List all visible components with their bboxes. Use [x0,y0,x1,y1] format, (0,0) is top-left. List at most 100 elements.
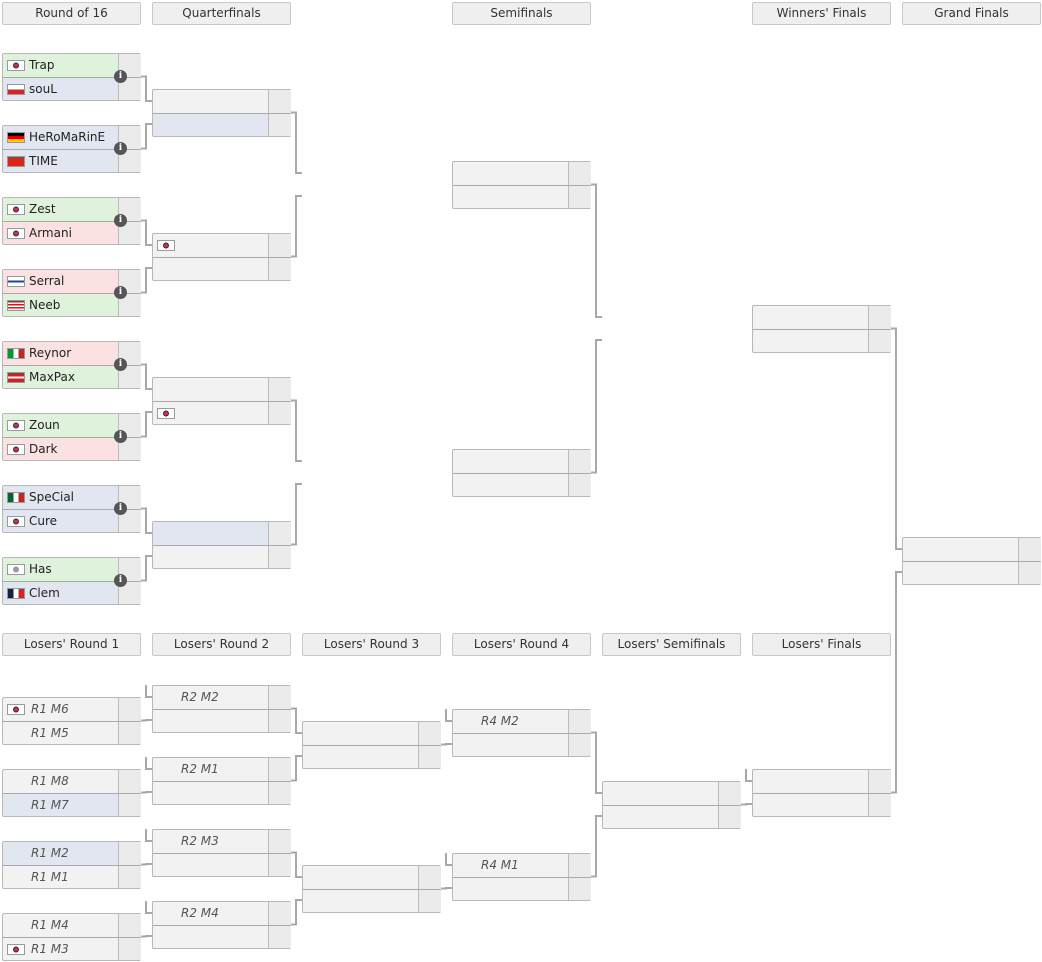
match-slot[interactable] [303,866,441,889]
info-icon[interactable]: i [114,574,127,587]
match[interactable]: Zoun Dark i [2,413,141,461]
match-slot[interactable] [303,722,441,745]
flag-kr-icon [7,944,25,955]
player-name-cell: Neeb [3,294,118,316]
score-cell [118,698,141,721]
score-cell [418,866,441,889]
flag-dk-icon [7,372,25,383]
match[interactable]: R1 M8 R1 M7 [2,769,141,817]
match-slot[interactable]: R1 M8 [3,770,141,793]
match-slot[interactable] [903,561,1041,584]
score-cell [118,770,141,793]
info-icon[interactable]: i [114,286,127,299]
match[interactable]: R2 M1 [152,757,291,805]
match-slot[interactable] [453,473,591,496]
match-slot[interactable]: R1 M7 [3,793,141,816]
match[interactable]: R2 M4 [152,901,291,949]
round-header: Losers' Round 2 [152,633,291,656]
match-slot[interactable] [603,805,741,828]
match[interactable] [152,233,291,281]
player-name: R1 M1 [31,870,69,884]
match-slot[interactable] [453,733,591,756]
player-name-cell: Clem [3,582,118,604]
match[interactable]: R1 M2 R1 M1 [2,841,141,889]
match[interactable]: Zest Armani i [2,197,141,245]
match-slot[interactable]: R4 M2 [453,710,591,733]
match-slot[interactable]: R2 M4 [153,902,291,925]
match-slot[interactable] [903,538,1041,561]
match-slot[interactable] [603,782,741,805]
match-slot[interactable] [453,162,591,185]
match[interactable]: R1 M6 R1 M5 [2,697,141,745]
match-slot[interactable] [153,113,291,136]
match-slot[interactable] [153,234,291,257]
match[interactable]: R4 M1 [452,853,591,901]
match[interactable] [452,449,591,497]
match-slot[interactable] [153,90,291,113]
match[interactable]: HeRoMaRinE TIME i [2,125,141,173]
match-slot[interactable] [153,257,291,280]
match-slot[interactable]: R1 M5 [3,721,141,744]
match-slot[interactable]: R1 M1 [3,865,141,888]
match-slot[interactable] [153,925,291,948]
score-cell [868,330,891,352]
match[interactable]: R4 M2 [452,709,591,757]
flag-de-icon [7,132,25,143]
match[interactable] [752,305,891,353]
info-icon[interactable]: i [114,214,127,227]
match[interactable] [602,781,741,829]
match-slot[interactable] [753,306,891,329]
player-name: Reynor [29,346,72,360]
score-cell [118,938,141,960]
match-slot[interactable]: R2 M3 [153,830,291,853]
match-slot[interactable]: R1 M4 [3,914,141,937]
round-header: Quarterfinals [152,2,291,25]
match-slot[interactable] [153,545,291,568]
match-slot[interactable] [453,877,591,900]
match[interactable] [152,89,291,137]
match[interactable] [152,377,291,425]
match-slot[interactable] [753,770,891,793]
match[interactable]: SpeCial Cure i [2,485,141,533]
info-icon[interactable]: i [114,502,127,515]
match-slot[interactable] [453,450,591,473]
match-slot[interactable] [153,522,291,545]
match[interactable]: Serral Neeb i [2,269,141,317]
match-slot[interactable] [303,745,441,768]
match[interactable]: R1 M4 R1 M3 [2,913,141,961]
match-slot[interactable]: R1 M2 [3,842,141,865]
match-slot[interactable]: R2 M1 [153,758,291,781]
match-slot[interactable] [753,793,891,816]
match-slot[interactable]: R4 M1 [453,854,591,877]
match[interactable]: R2 M2 [152,685,291,733]
match[interactable]: Trap souL i [2,53,141,101]
match-slot[interactable]: R1 M3 [3,937,141,960]
match-slot[interactable] [153,378,291,401]
match-slot[interactable]: R1 M6 [3,698,141,721]
match[interactable] [752,769,891,817]
match[interactable] [902,537,1041,585]
match-slot[interactable] [453,185,591,208]
match[interactable]: Reynor MaxPax i [2,341,141,389]
info-icon[interactable]: i [114,70,127,83]
info-icon[interactable]: i [114,430,127,443]
score-cell [268,378,291,401]
match-slot[interactable] [153,853,291,876]
match[interactable]: Has Clem i [2,557,141,605]
match-slot[interactable] [153,781,291,804]
round-header: Losers' Finals [752,633,891,656]
match[interactable] [152,521,291,569]
match-slot[interactable] [753,329,891,352]
info-icon[interactable]: i [114,142,127,155]
match-slot[interactable]: R2 M2 [153,686,291,709]
match-slot[interactable] [303,889,441,912]
player-name-cell: Zest [3,198,118,221]
info-icon[interactable]: i [114,358,127,371]
match[interactable] [302,865,441,913]
player-name-cell: R2 M2 [153,686,268,709]
match-slot[interactable] [153,401,291,424]
match[interactable] [452,161,591,209]
match-slot[interactable] [153,709,291,732]
match[interactable]: R2 M3 [152,829,291,877]
match[interactable] [302,721,441,769]
